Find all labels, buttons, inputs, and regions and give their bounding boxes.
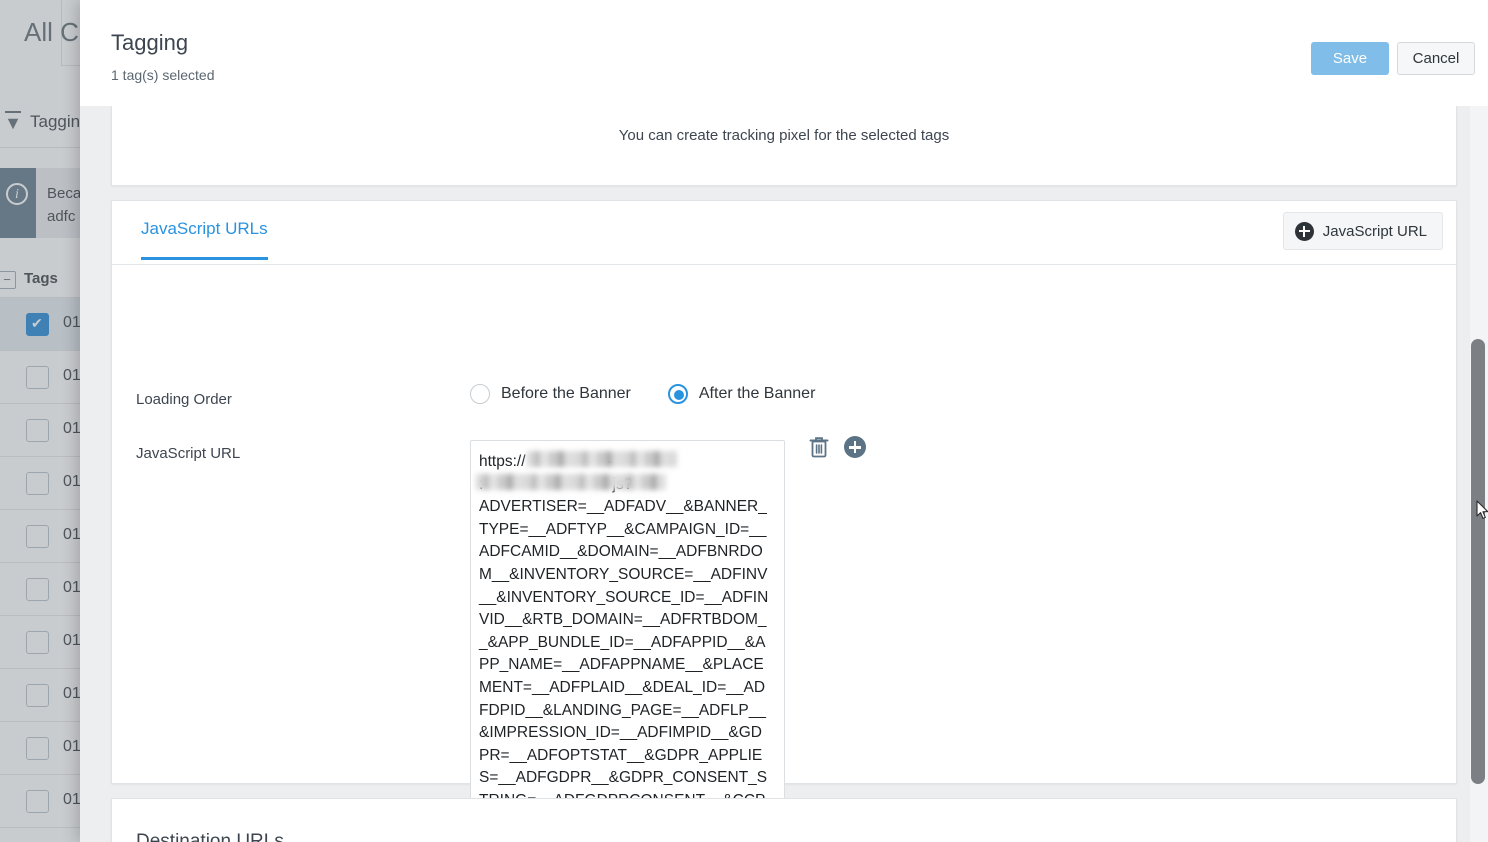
radio-after-the-banner-label: After the Banner — [699, 385, 816, 403]
page-title: Tagging — [111, 30, 188, 56]
javascript-urls-panel: JavaScript URLs JavaScript URL Loading O… — [111, 200, 1457, 784]
tracking-pixel-note: You can create tracking pixel for the se… — [112, 127, 1456, 144]
javascript-urls-tabs-row: JavaScript URLs JavaScript URL — [112, 201, 1456, 265]
radio-before-the-banner-label: Before the Banner — [501, 385, 631, 403]
javascript-url-label: JavaScript URL — [136, 445, 240, 462]
selected-count-label: 1 tag(s) selected — [111, 67, 215, 83]
radio-circle-selected-icon — [668, 384, 688, 404]
javascript-url-textarea-wrapper — [470, 440, 785, 842]
add-javascript-url-row-icon[interactable] — [844, 436, 866, 458]
modal-body: You can create tracking pixel for the se… — [80, 106, 1488, 842]
tracking-pixel-panel: You can create tracking pixel for the se… — [111, 106, 1457, 186]
destination-urls-panel: Destination URLs — [111, 798, 1457, 842]
plus-circle-icon — [1295, 222, 1314, 241]
modal-scrollbar-thumb[interactable] — [1471, 339, 1485, 784]
loading-order-label: Loading Order — [136, 391, 232, 408]
modal-header: Tagging 1 tag(s) selected Save Cancel — [80, 0, 1488, 106]
tab-javascript-urls[interactable]: JavaScript URLs — [141, 219, 268, 260]
add-javascript-url-button[interactable]: JavaScript URL — [1283, 212, 1443, 250]
radio-before-the-banner[interactable]: Before the Banner — [470, 384, 631, 404]
save-button[interactable]: Save — [1311, 42, 1389, 75]
tagging-modal: Tagging 1 tag(s) selected Save Cancel Yo… — [80, 0, 1488, 842]
loading-order-radio-group: Before the Banner After the Banner — [470, 384, 815, 404]
cancel-button[interactable]: Cancel — [1397, 42, 1475, 75]
add-javascript-url-button-label: JavaScript URL — [1323, 223, 1427, 240]
radio-after-the-banner[interactable]: After the Banner — [668, 384, 816, 404]
modal-scrollbar-track[interactable] — [1470, 106, 1488, 842]
destination-urls-title: Destination URLs — [136, 831, 284, 842]
trash-icon[interactable] — [808, 435, 830, 459]
javascript-url-input[interactable] — [470, 440, 785, 842]
radio-circle-icon — [470, 384, 490, 404]
